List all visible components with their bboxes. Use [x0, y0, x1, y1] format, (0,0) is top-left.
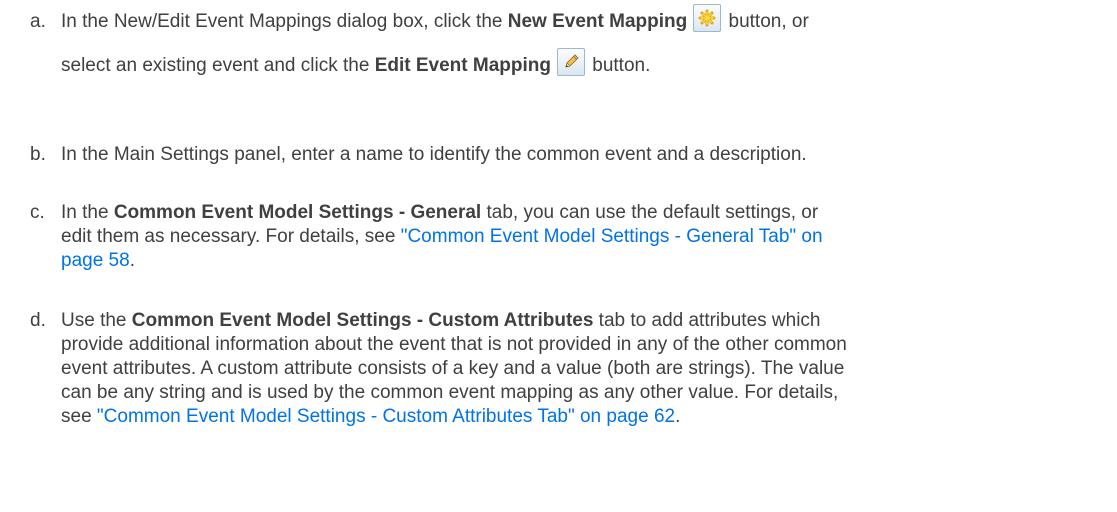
general-tab-label: Common Event Model Settings - General: [113, 202, 482, 223]
step-marker: b.: [30, 144, 46, 165]
step-line: page 58.: [61, 249, 1117, 273]
step-text: In the Main Settings panel, enter a name…: [61, 144, 807, 165]
new-star-icon: [693, 4, 722, 32]
step-marker: c.: [30, 202, 45, 223]
step-marker: d.: [30, 310, 46, 331]
step-text: .: [129, 250, 135, 271]
step-line: see "Common Event Model Settings - Custo…: [61, 405, 1117, 429]
step-body: In the Main Settings panel, enter a name…: [61, 143, 1117, 167]
step-text: tab to add attributes which: [593, 310, 821, 331]
custom-attributes-tab-label: Common Event Model Settings - Custom Att…: [131, 310, 594, 331]
general-tab-link-page[interactable]: page 58: [61, 250, 130, 271]
step-text: In the: [61, 202, 114, 223]
step-text: tab, you can use the default settings, o…: [481, 202, 819, 223]
step-text: .: [675, 406, 681, 427]
step-body: In the New/Edit Event Mappings dialog bo…: [61, 4, 1117, 84]
step-text: event attributes. A custom attribute con…: [61, 358, 845, 379]
step-body: Use the Common Event Model Settings - Cu…: [61, 309, 1117, 429]
step-text: button.: [586, 55, 651, 76]
step-line: In the Common Event Model Settings - Gen…: [61, 201, 1117, 225]
custom-attributes-tab-link[interactable]: "Common Event Model Settings - Custom At…: [97, 406, 675, 427]
step-text: button, or: [723, 11, 809, 32]
step-text: see: [61, 406, 97, 427]
edit-event-mapping-label: Edit Event Mapping: [374, 55, 551, 76]
step-line: In the New/Edit Event Mappings dialog bo…: [61, 4, 1117, 40]
step-text: provide additional information about the…: [61, 334, 847, 355]
step-text: In the New/Edit Event Mappings dialog bo…: [61, 11, 508, 32]
step-text: select an existing event and click the: [61, 55, 375, 76]
step-text: can be any string and is used by the com…: [61, 382, 839, 403]
step-text: edit them as necessary. For details, see: [61, 226, 401, 247]
edit-pencil-icon: [556, 48, 585, 76]
step-line: edit them as necessary. For details, see…: [61, 225, 1117, 249]
step-body: In the Common Event Model Settings - Gen…: [61, 201, 1117, 273]
step-marker: a.: [30, 11, 46, 32]
general-tab-link[interactable]: "Common Event Model Settings - General T…: [401, 226, 823, 247]
step-line: Use the Common Event Model Settings - Cu…: [61, 309, 1117, 333]
new-event-mapping-label: New Event Mapping: [507, 11, 688, 32]
step-text: Use the: [61, 310, 132, 331]
step-line: select an existing event and click the E…: [61, 48, 1117, 84]
